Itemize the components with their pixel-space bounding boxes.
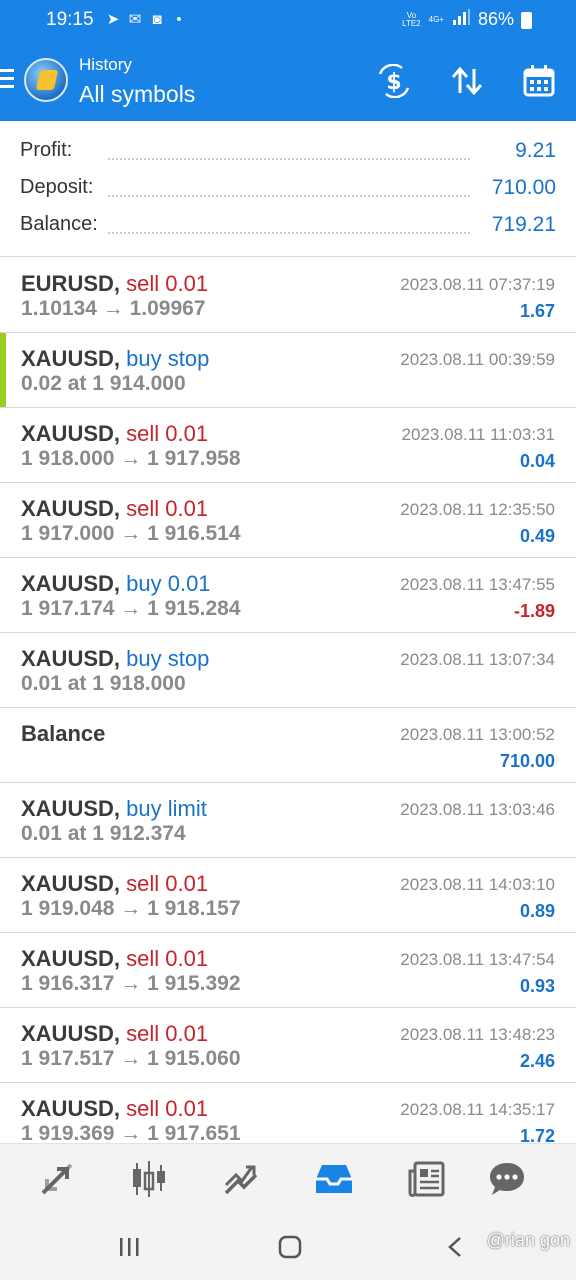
deal-row[interactable]: XAUUSD, sell 0.01 1 917.517 → 1 915.060 …	[0, 1008, 576, 1083]
status-right: Vo LTE2 4G+ 86%	[402, 9, 534, 30]
deal-row[interactable]: XAUUSD, buy stop 0.02 at 1 914.000 2023.…	[0, 333, 576, 408]
recent-apps-button[interactable]	[118, 1235, 140, 1259]
app-notification-icon: ◙	[152, 10, 162, 28]
symbol-filter[interactable]: All symbols	[79, 81, 195, 108]
chat-icon[interactable]	[485, 1158, 529, 1200]
currency-exchange-icon[interactable]: $	[376, 64, 412, 98]
status-time: 19:15	[46, 9, 94, 30]
chart-icon[interactable]	[127, 1158, 171, 1200]
menu-button[interactable]	[0, 69, 16, 89]
home-button[interactable]	[278, 1235, 302, 1259]
app-bar: History All symbols $	[0, 40, 576, 121]
news-icon[interactable]	[405, 1158, 449, 1200]
bottom-nav	[0, 1143, 576, 1213]
deal-row[interactable]: XAUUSD, buy 0.01 1 917.174 → 1 915.284 2…	[0, 558, 576, 633]
status-bar: 19:15 ➤ ✉ ◙ • Vo LTE2 4G+ 86%	[0, 0, 576, 40]
gmail-icon: ✉	[128, 11, 142, 28]
notification-icons: ➤ ✉ ◙ •	[104, 10, 188, 29]
more-dot-icon: •	[176, 10, 182, 28]
battery-icon	[521, 12, 532, 29]
battery-percent: 86%	[477, 9, 514, 29]
watermark: @rian gon	[486, 1230, 570, 1250]
account-summary: Profit: 9.21 Deposit: 710.00 Balance: 71…	[0, 121, 576, 257]
sort-icon[interactable]	[449, 64, 485, 98]
deal-row[interactable]: EURUSD, sell 0.01 1.10134 → 1.09967 2023…	[0, 258, 576, 333]
deal-list: EURUSD, sell 0.01 1.10134 → 1.09967 2023…	[0, 258, 576, 1158]
deal-row[interactable]: XAUUSD, buy stop 0.01 at 1 918.000 2023.…	[0, 633, 576, 708]
summary-balance: Balance: 719.21	[20, 213, 556, 237]
quotes-icon[interactable]	[35, 1158, 79, 1200]
trade-icon[interactable]	[220, 1158, 264, 1200]
deal-row[interactable]: XAUUSD, sell 0.01 1 917.000 → 1 916.514 …	[0, 483, 576, 558]
summary-profit: Profit: 9.21	[20, 139, 556, 163]
page-title: History	[79, 55, 132, 74]
telegram-icon: ➤	[106, 11, 120, 28]
summary-deposit: Deposit: 710.00	[20, 176, 556, 200]
deal-row-balance[interactable]: Balance 2023.08.11 13:00:52 710.00	[0, 708, 576, 783]
network-type: 4G+	[428, 14, 444, 24]
history-icon[interactable]	[312, 1158, 356, 1200]
back-button[interactable]	[444, 1235, 466, 1259]
signal-icon	[452, 9, 470, 30]
calendar-icon[interactable]	[521, 64, 557, 98]
volte-indicator: Vo LTE2	[402, 10, 421, 28]
deal-row[interactable]: XAUUSD, sell 0.01 1 918.000 → 1 917.958 …	[0, 408, 576, 483]
metatrader-logo-icon	[24, 58, 68, 102]
pending-order-marker	[0, 333, 6, 407]
deal-row[interactable]: XAUUSD, buy limit 0.01 at 1 912.374 2023…	[0, 783, 576, 858]
svg-text:$: $	[386, 70, 401, 95]
deal-row[interactable]: XAUUSD, sell 0.01 1 916.317 → 1 915.392 …	[0, 933, 576, 1008]
deal-row[interactable]: XAUUSD, sell 0.01 1 919.048 → 1 918.157 …	[0, 858, 576, 933]
